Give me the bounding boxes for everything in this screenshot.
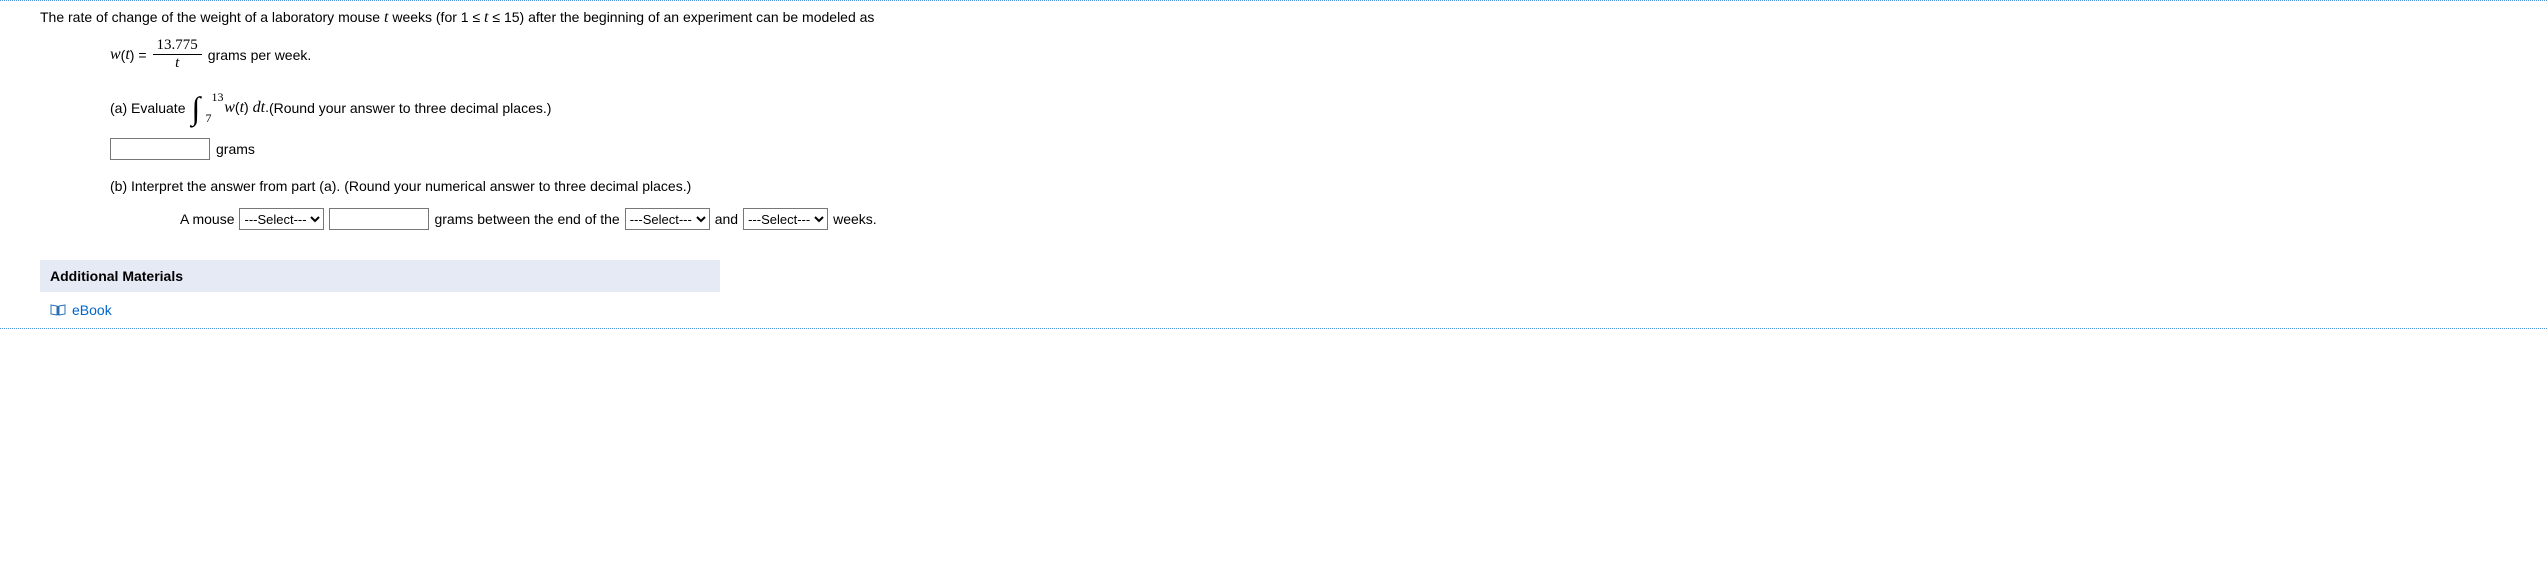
intro-mid: weeks (for 1 ≤ <box>388 9 484 25</box>
fraction-numerator: 13.775 <box>153 37 202 55</box>
additional-materials-header: Additional Materials <box>40 260 720 292</box>
formula-close: ) = <box>130 47 147 63</box>
integral-upper: 13 <box>211 90 223 105</box>
part-a-answer-line: grams <box>110 138 2507 160</box>
question-container: The rate of change of the weight of a la… <box>0 0 2547 329</box>
formula-func: w <box>110 46 121 64</box>
integrand: w(t) dt. <box>224 99 269 117</box>
part-a-label: (a) Evaluate <box>110 100 185 116</box>
integrand-func: w <box>224 99 235 116</box>
part-b-select-1[interactable]: ---Select--- <box>239 208 324 230</box>
part-b-select-3[interactable]: ---Select--- <box>743 208 828 230</box>
part-b: (b) Interpret the answer from part (a). … <box>110 178 2507 194</box>
fraction-denominator: t <box>171 55 183 72</box>
part-a-units: grams <box>216 141 255 157</box>
formula-tail: grams per week. <box>208 47 311 63</box>
formula-fraction: 13.775 t <box>153 37 202 72</box>
part-b-mid1: grams between the end of the <box>434 211 619 227</box>
part-a: (a) Evaluate ∫ 13 7 w(t) dt. (Round your… <box>110 92 2507 124</box>
intro-mid2: ≤ 15) after the beginning of an experime… <box>489 9 875 25</box>
part-b-mid2: and <box>715 211 738 227</box>
part-a-round: (Round your answer to three decimal plac… <box>269 100 551 116</box>
question-content: The rate of change of the weight of a la… <box>0 9 2547 260</box>
part-b-select-2[interactable]: ---Select--- <box>625 208 710 230</box>
ebook-row: eBook <box>0 292 2547 328</box>
part-b-answer-line: A mouse ---Select--- grams between the e… <box>180 208 2507 230</box>
book-icon <box>50 303 66 317</box>
formula: w(t) = 13.775 t grams per week. <box>110 37 2507 72</box>
part-a-answer-input[interactable] <box>110 138 210 160</box>
part-a-line: (a) Evaluate ∫ 13 7 w(t) dt. (Round your… <box>110 92 2507 124</box>
part-b-label: (b) Interpret the answer from part (a). … <box>110 178 691 194</box>
intro-pre: The rate of change of the weight of a la… <box>40 9 384 25</box>
part-b-prefix: A mouse <box>180 211 234 227</box>
part-b-value-input[interactable] <box>329 208 429 230</box>
ebook-link[interactable]: eBook <box>72 302 112 318</box>
integrand-close: ) <box>244 99 253 115</box>
part-b-tail: weeks. <box>833 211 877 227</box>
integral: ∫ 13 7 <box>191 92 200 124</box>
integral-symbol: ∫ <box>191 92 200 124</box>
integrand-dt: dt <box>253 99 265 116</box>
intro-text: The rate of change of the weight of a la… <box>40 9 2507 27</box>
integral-lower: 7 <box>205 111 211 126</box>
